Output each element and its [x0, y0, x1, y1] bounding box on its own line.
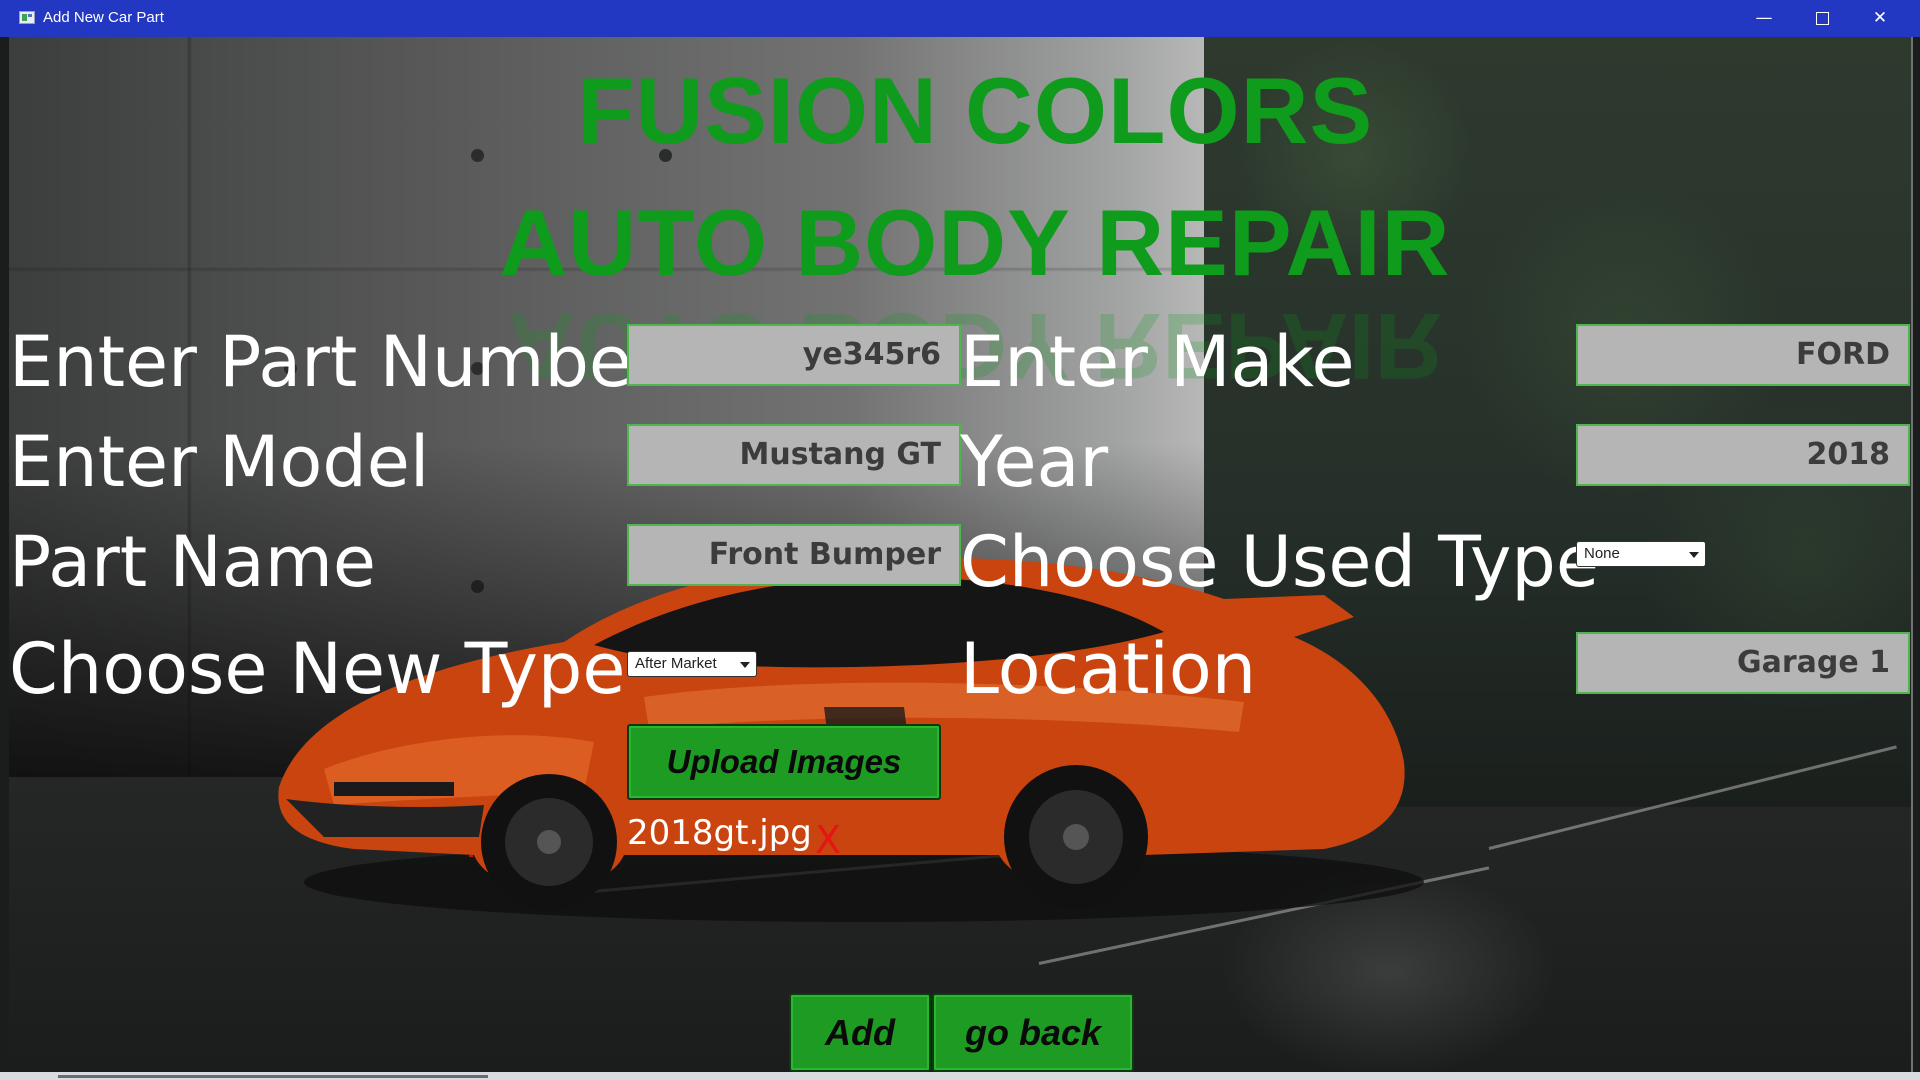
- part-name-label: Part Name: [9, 521, 376, 603]
- used-type-selected: None: [1584, 545, 1620, 562]
- brand-title-line2: AUTO BODY REPAIR: [499, 190, 1451, 295]
- uploaded-file-name: 2018gt.jpg: [627, 813, 812, 853]
- model-label: Enter Model: [9, 421, 430, 503]
- minimize-button[interactable]: —: [1735, 0, 1793, 37]
- upload-images-button[interactable]: Upload Images: [627, 724, 941, 800]
- maximize-button[interactable]: [1793, 0, 1851, 37]
- title-bar: Add New Car Part — ✕: [0, 0, 1920, 37]
- chevron-down-icon: [740, 662, 750, 668]
- maximize-icon: [1815, 11, 1829, 25]
- close-button[interactable]: ✕: [1851, 0, 1909, 37]
- brand-title-line1: FUSION COLORS: [576, 58, 1374, 163]
- add-button[interactable]: Add: [789, 993, 931, 1072]
- new-type-label: Choose New Type: [9, 628, 626, 710]
- year-label: Year: [960, 421, 1109, 503]
- model-field[interactable]: Mustang GT: [627, 424, 961, 486]
- new-type-selected: After Market: [635, 655, 717, 672]
- go-back-button[interactable]: go back: [932, 993, 1134, 1072]
- part-number-field[interactable]: ye345r6: [627, 324, 961, 386]
- remove-file-button[interactable]: X: [815, 821, 841, 859]
- window-title: Add New Car Part: [43, 9, 164, 26]
- window-client-area: FUSION COLORS AUTO BODY REPAIR AUTO BODY…: [9, 37, 1913, 1072]
- used-type-label: Choose Used Type: [960, 521, 1599, 603]
- year-field[interactable]: 2018: [1576, 424, 1910, 486]
- app-window-icon: [19, 11, 35, 24]
- chevron-down-icon: [1689, 552, 1699, 558]
- part-number-label: Enter Part Number: [9, 321, 661, 403]
- used-type-select[interactable]: None: [1576, 541, 1706, 567]
- taskbar-segment: [58, 1075, 488, 1078]
- new-type-select[interactable]: After Market: [627, 651, 757, 677]
- make-label: Enter Make: [960, 321, 1355, 403]
- taskbar-strip: [0, 1072, 1920, 1080]
- location-field[interactable]: Garage 1: [1576, 632, 1910, 694]
- make-field[interactable]: FORD: [1576, 324, 1910, 386]
- close-icon: ✕: [1872, 8, 1888, 28]
- minimize-icon: —: [1755, 8, 1773, 28]
- part-name-field[interactable]: Front Bumper: [627, 524, 961, 586]
- location-label: Location: [960, 628, 1257, 710]
